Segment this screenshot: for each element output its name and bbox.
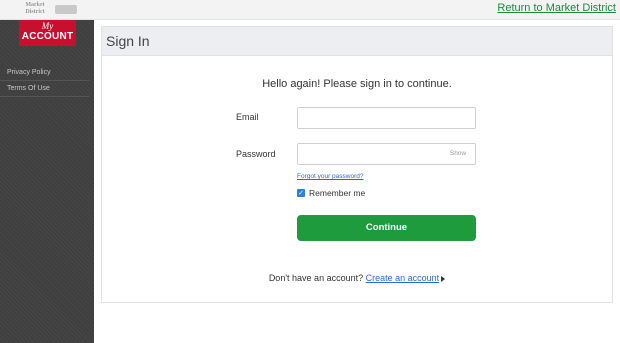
password-label: Password — [236, 149, 276, 159]
sidebar-item-privacy-policy[interactable]: Privacy Policy — [0, 65, 89, 81]
create-account-link[interactable]: Create an account — [366, 273, 440, 283]
logo-account-text: ACCOUNT — [21, 31, 74, 42]
sign-in-panel: Sign In Hello again! Please sign in to c… — [101, 26, 613, 303]
email-field[interactable] — [297, 107, 476, 129]
create-account-prompt: Don't have an account? Create an account — [102, 273, 612, 283]
my-account-logo[interactable]: My ACCOUNT — [19, 20, 76, 46]
panel-title: Sign In — [102, 27, 612, 56]
sidebar: My ACCOUNT Privacy Policy Terms Of Use — [0, 20, 94, 343]
email-label: Email — [236, 112, 259, 122]
brand-logos: Market District — [3, 2, 109, 16]
no-account-text: Don't have an account? — [268, 273, 364, 283]
logo-my-text: My — [41, 21, 54, 31]
show-password-button[interactable]: Show — [444, 148, 472, 160]
brand-logo-market-district[interactable]: Market District — [25, 2, 45, 16]
return-to-market-district-link[interactable]: Return to Market District — [497, 2, 616, 14]
remember-me[interactable]: ✓ Remember me — [297, 188, 365, 198]
forgot-password-link[interactable]: Forgot your password? — [297, 173, 363, 180]
sign-in-headline: Hello again! Please sign in to continue. — [262, 78, 452, 90]
remember-me-label: Remember me — [309, 188, 366, 198]
top-bar: Market District Return to Market Distric… — [0, 0, 620, 20]
chevron-right-icon — [441, 275, 446, 282]
sidebar-item-terms-of-use[interactable]: Terms Of Use — [0, 81, 89, 97]
remember-me-checkbox[interactable]: ✓ — [297, 189, 305, 197]
brand-logo-3[interactable] — [55, 4, 77, 14]
continue-button[interactable]: Continue — [297, 215, 476, 241]
